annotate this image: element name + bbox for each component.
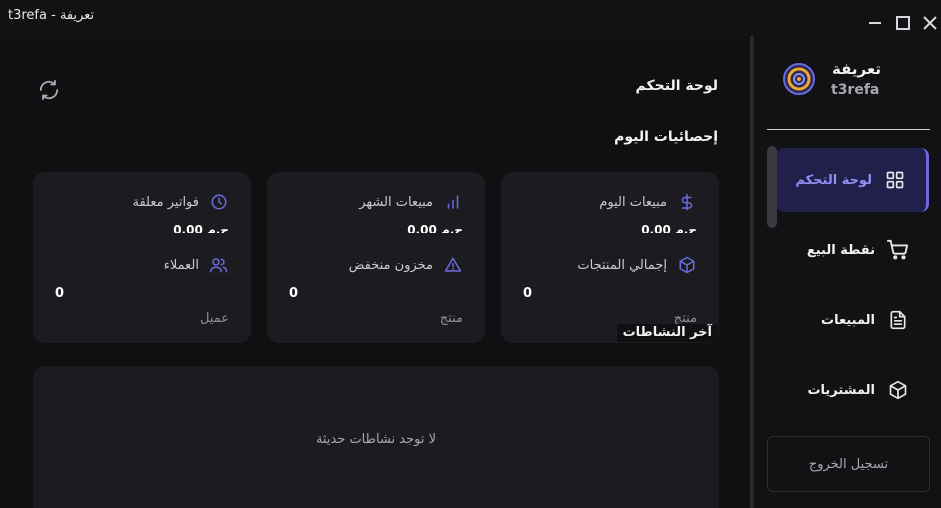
maximize-button[interactable] — [894, 14, 912, 32]
activity-title: آخر النشاطات — [616, 324, 718, 342]
stat-row-month-sales: مبيعات الشهر — [359, 192, 463, 212]
brand-name-ar: تعريفة — [832, 60, 881, 78]
stat-label: فواتير معلقة — [132, 194, 199, 210]
maximize-icon — [896, 16, 910, 30]
stat-unit: منتج — [673, 311, 697, 325]
stat-row-today-sales: مبيعات اليوم — [599, 192, 697, 212]
box-icon — [677, 255, 697, 275]
document-icon — [887, 309, 909, 331]
grid-icon — [884, 169, 906, 191]
stat-card-today: مبيعات اليوم 0.00 ج.م إجمالي المنتجات 0 … — [501, 172, 719, 343]
title-bar: t3refa - تعريفة — [0, 0, 941, 36]
stat-unit: عميل — [199, 311, 229, 326]
stat-value: 0.00 ج.م — [641, 223, 697, 233]
refresh-icon — [39, 79, 59, 101]
stat-label: مبيعات الشهر — [359, 194, 433, 210]
stat-label: مبيعات اليوم — [599, 194, 667, 210]
main-content: لوحة التحكم إحصائيات اليوم مبيعات اليوم … — [0, 36, 750, 508]
minimize-button[interactable] — [866, 14, 884, 32]
section-title: إحصائيات اليوم — [614, 129, 718, 145]
stat-unit: منتج — [439, 311, 463, 326]
sidebar-item-pos[interactable]: نقطة البيع — [776, 218, 929, 282]
sidebar-item-label: نقطة البيع — [806, 242, 875, 258]
stat-label: مخزون منخفض — [348, 257, 433, 273]
stat-row-customers: العملاء — [164, 255, 229, 275]
close-button[interactable] — [921, 14, 939, 32]
page-title: لوحة التحكم — [635, 78, 718, 94]
stat-label: العملاء — [163, 257, 199, 273]
empty-activity-message: لا توجد نشاطات حديثة — [315, 432, 437, 447]
users-icon — [209, 255, 229, 275]
stat-row-low-stock: مخزون منخفض — [349, 255, 463, 275]
sidebar-item-dashboard[interactable]: لوحة التحكم — [776, 148, 929, 212]
app-window: t3refa - تعريفة لوحة التحكم إحصائيات الي… — [0, 0, 941, 508]
brand-name-en: t3refa — [831, 82, 880, 98]
cart-icon — [887, 239, 909, 261]
stat-card-month: مبيعات الشهر 0.00 ج.م مخزون منخفض 0 منتج — [267, 172, 485, 343]
clock-icon — [209, 192, 229, 212]
stat-label: إجمالي المنتجات — [577, 257, 667, 273]
sidebar-item-sales[interactable]: المبيعات — [776, 288, 929, 352]
sidebar: تعريفة t3refa لوحة التحكم نقطة البيع الم… — [754, 36, 941, 508]
stat-value: 0.00 ج.م — [407, 223, 463, 233]
stat-row-pending-invoices: فواتير معلقة — [133, 192, 229, 212]
sidebar-item-label: لوحة التحكم — [795, 172, 872, 188]
activity-panel: لا توجد نشاطات حديثة — [33, 366, 719, 508]
dollar-icon — [677, 192, 697, 212]
refresh-button[interactable] — [38, 79, 60, 101]
stat-row-total-products: إجمالي المنتجات — [577, 255, 697, 275]
minimize-icon — [869, 22, 881, 24]
stat-value: 0.00 ج.م — [173, 223, 229, 233]
sidebar-item-label: المشتريات — [807, 382, 875, 398]
stat-card-invoices: فواتير معلقة 0.00 ج.م العملاء 0 عميل — [33, 172, 251, 343]
stat-value: 0 — [289, 286, 299, 301]
sidebar-divider — [767, 129, 930, 130]
sidebar-item-label: المبيعات — [821, 312, 875, 328]
close-icon — [923, 16, 937, 30]
sidebar-scrollbar-thumb[interactable] — [767, 146, 777, 228]
stat-value: 0 — [55, 286, 65, 301]
logo-icon — [782, 62, 816, 96]
stat-value: 0 — [523, 286, 533, 301]
alert-triangle-icon — [443, 255, 463, 275]
logout-button[interactable]: تسجيل الخروج — [767, 436, 930, 492]
box-icon — [887, 379, 909, 401]
bar-chart-icon — [443, 192, 463, 212]
sidebar-item-purchases[interactable]: المشتريات — [776, 358, 929, 422]
window-title: t3refa - تعريفة — [8, 8, 95, 23]
